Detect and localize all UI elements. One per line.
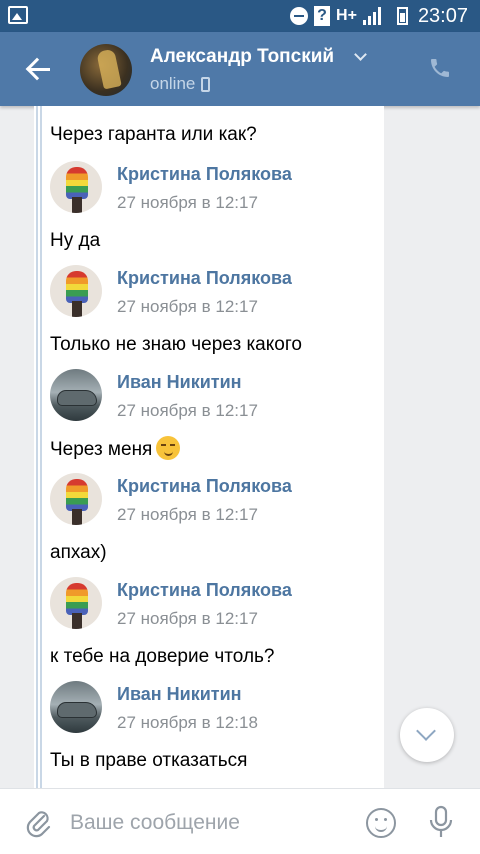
message-text: Через меня (50, 439, 153, 460)
author-name[interactable]: Кристина Полякова (117, 476, 292, 497)
scroll-down-icon[interactable] (400, 708, 454, 762)
avatar[interactable] (50, 161, 102, 213)
attach-icon[interactable] (24, 807, 52, 839)
clock: 23:07 (417, 4, 468, 27)
message-text: Ты в праве отказаться (50, 750, 248, 771)
contact-name[interactable]: Александр Топский (150, 46, 334, 68)
message-list[interactable]: Через гаранта или как? Кристина Полякова… (0, 106, 480, 788)
author-name[interactable]: Кристина Полякова (117, 580, 292, 601)
message-time: 27 ноября в 12:18 (117, 713, 258, 732)
message-text: Ну да (50, 230, 101, 251)
author-name[interactable]: Иван Никитин (117, 372, 242, 393)
message-text: апхах) (50, 542, 107, 563)
message-time: 27 ноября в 12:17 (117, 193, 258, 212)
do-not-disturb-icon (290, 7, 309, 25)
smirk-emoji-icon (156, 436, 181, 460)
avatar[interactable] (50, 265, 102, 317)
message-time: 27 ноября в 12:17 (117, 401, 258, 420)
message-time: 27 ноября в 12:17 (117, 297, 258, 316)
battery-icon (396, 7, 408, 25)
message-time: 27 ноября в 12:17 (117, 609, 258, 628)
author-name[interactable]: Кристина Полякова (117, 164, 292, 185)
message-text-row: Через меня (50, 436, 181, 461)
phone-icon[interactable] (428, 56, 452, 80)
message-time: 27 ноября в 12:17 (117, 505, 258, 524)
contact-status: online (150, 74, 211, 94)
avatar[interactable] (50, 369, 102, 421)
back-arrow-icon[interactable] (26, 58, 52, 80)
forward-indicator (36, 106, 42, 788)
author-name[interactable]: Иван Никитин (117, 684, 242, 705)
chat-header: Александр Топский online (0, 32, 480, 106)
contact-avatar[interactable] (80, 44, 132, 96)
message-text: Через гаранта или как? (50, 124, 257, 145)
status-bar: ? H+ 23:07 (0, 0, 480, 32)
message-input[interactable] (70, 807, 360, 839)
avatar[interactable] (50, 473, 102, 525)
microphone-icon[interactable] (428, 805, 454, 839)
image-icon (8, 6, 28, 24)
status-text: online (150, 74, 196, 93)
message-text: Только не знаю через какого (50, 334, 302, 355)
avatar[interactable] (50, 681, 102, 733)
network-type: H+ (336, 7, 357, 24)
message-text: к тебе на доверие чтоль? (50, 646, 275, 667)
mobile-icon (201, 76, 211, 92)
author-name[interactable]: Кристина Полякова (117, 268, 292, 289)
unknown-sim-icon: ? (314, 6, 331, 26)
chevron-down-icon[interactable] (354, 48, 367, 61)
avatar[interactable] (50, 577, 102, 629)
message-composer (0, 788, 480, 854)
emoji-icon[interactable] (366, 808, 396, 838)
signal-icon (362, 7, 381, 25)
